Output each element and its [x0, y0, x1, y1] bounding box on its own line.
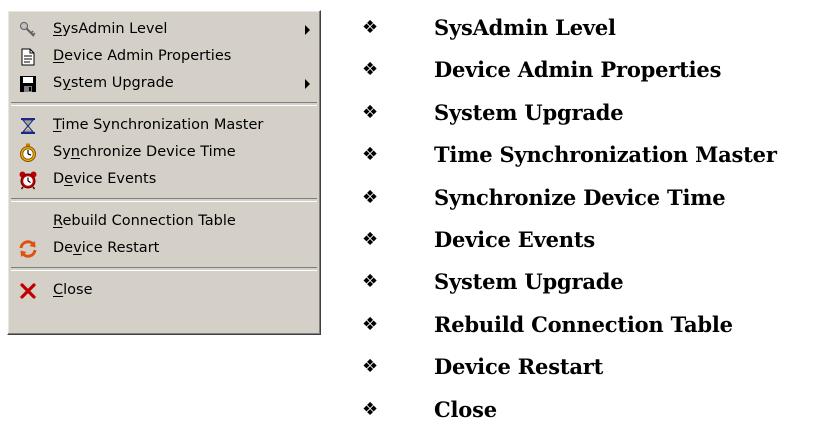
alarm-clock-icon	[18, 170, 38, 190]
list-item: ❖ Device Admin Properties	[362, 55, 777, 97]
menu-item-device-restart[interactable]: Device Restart	[8, 235, 320, 262]
list-item: ❖ Synchronize Device Time	[362, 183, 777, 225]
menu-item-device-admin-properties[interactable]: Device Admin Properties	[8, 43, 320, 70]
menu-separator	[11, 267, 317, 271]
list-item-text: Device Restart	[434, 354, 604, 380]
hourglass-icon	[18, 116, 38, 136]
menu-item-label: Device Restart	[53, 240, 160, 256]
list-item-text: System Upgrade	[434, 99, 624, 125]
list-item: ❖ SysAdmin Level	[362, 13, 777, 55]
list-item: ❖ Device Restart	[362, 352, 777, 394]
list-item: ❖ Rebuild Connection Table	[362, 310, 777, 352]
list-item-text: Time Synchronization Master	[434, 142, 777, 168]
menu-item-label: Close	[53, 282, 93, 298]
restart-arrows-icon	[18, 239, 38, 259]
menu-item-label: Rebuild Connection Table	[53, 213, 236, 229]
menu-item-system-upgrade[interactable]: System Upgrade	[8, 70, 320, 97]
diamond-bullet-icon: ❖	[362, 144, 379, 166]
diamond-bullet-icon: ❖	[362, 59, 379, 81]
diamond-bullet-icon: ❖	[362, 398, 379, 420]
menu-item-label: Device Admin Properties	[53, 48, 232, 64]
feature-bullet-list: ❖ SysAdmin Level ❖ Device Admin Properties…	[362, 13, 777, 437]
list-item-text: Device Admin Properties	[434, 57, 722, 83]
list-item: ❖ Device Events	[362, 225, 777, 267]
menu-item-rebuild-connection-table[interactable]: Rebuild Connection Table	[8, 208, 320, 235]
menu-item-synchronize-device-time[interactable]: Synchronize Device Time	[8, 139, 320, 166]
diamond-bullet-icon: ❖	[362, 17, 379, 38]
list-item: ❖ System Upgrade	[362, 267, 777, 309]
submenu-arrow-icon	[305, 79, 310, 89]
menu-separator	[11, 198, 317, 202]
list-item-text: Synchronize Device Time	[434, 184, 726, 210]
menu-item-label: SysAdmin Level	[53, 21, 168, 37]
list-item: ❖ System Upgrade	[362, 98, 777, 140]
submenu-arrow-icon	[305, 25, 310, 35]
menu-item-label: Synchronize Device Time	[53, 144, 236, 160]
floppy-disk-icon	[18, 74, 38, 94]
list-item-text: Close	[434, 396, 497, 422]
list-item-text: Rebuild Connection Table	[434, 311, 733, 337]
close-x-icon	[18, 281, 38, 301]
diamond-bullet-icon: ❖	[362, 356, 379, 378]
list-item-text: SysAdmin Level	[434, 15, 616, 40]
diamond-bullet-icon: ❖	[362, 101, 379, 123]
menu-item-label: Device Events	[53, 171, 157, 187]
list-item: ❖ Close	[362, 395, 777, 437]
context-menu: SysAdmin Level Device Admin Properties S…	[7, 10, 321, 335]
diamond-bullet-icon: ❖	[362, 271, 379, 293]
menu-item-label: System Upgrade	[53, 75, 174, 91]
menu-item-device-events[interactable]: Device Events	[8, 166, 320, 193]
diamond-bullet-icon: ❖	[362, 186, 379, 208]
menu-item-label: Time Synchronization Master	[53, 117, 264, 133]
list-item: ❖ Time Synchronization Master	[362, 140, 777, 182]
stopwatch-icon	[18, 143, 38, 163]
diamond-bullet-icon: ❖	[362, 313, 379, 335]
menu-item-sysadmin-level[interactable]: SysAdmin Level	[8, 16, 320, 43]
list-item-text: Device Events	[434, 226, 595, 252]
menu-item-close[interactable]: Close	[8, 277, 320, 304]
document-icon	[18, 47, 38, 67]
menu-item-time-synchronization-master[interactable]: Time Synchronization Master	[8, 112, 320, 139]
menu-separator	[11, 102, 317, 106]
list-item-text: System Upgrade	[434, 269, 624, 295]
keys-icon	[18, 20, 38, 40]
diamond-bullet-icon: ❖	[362, 228, 379, 250]
